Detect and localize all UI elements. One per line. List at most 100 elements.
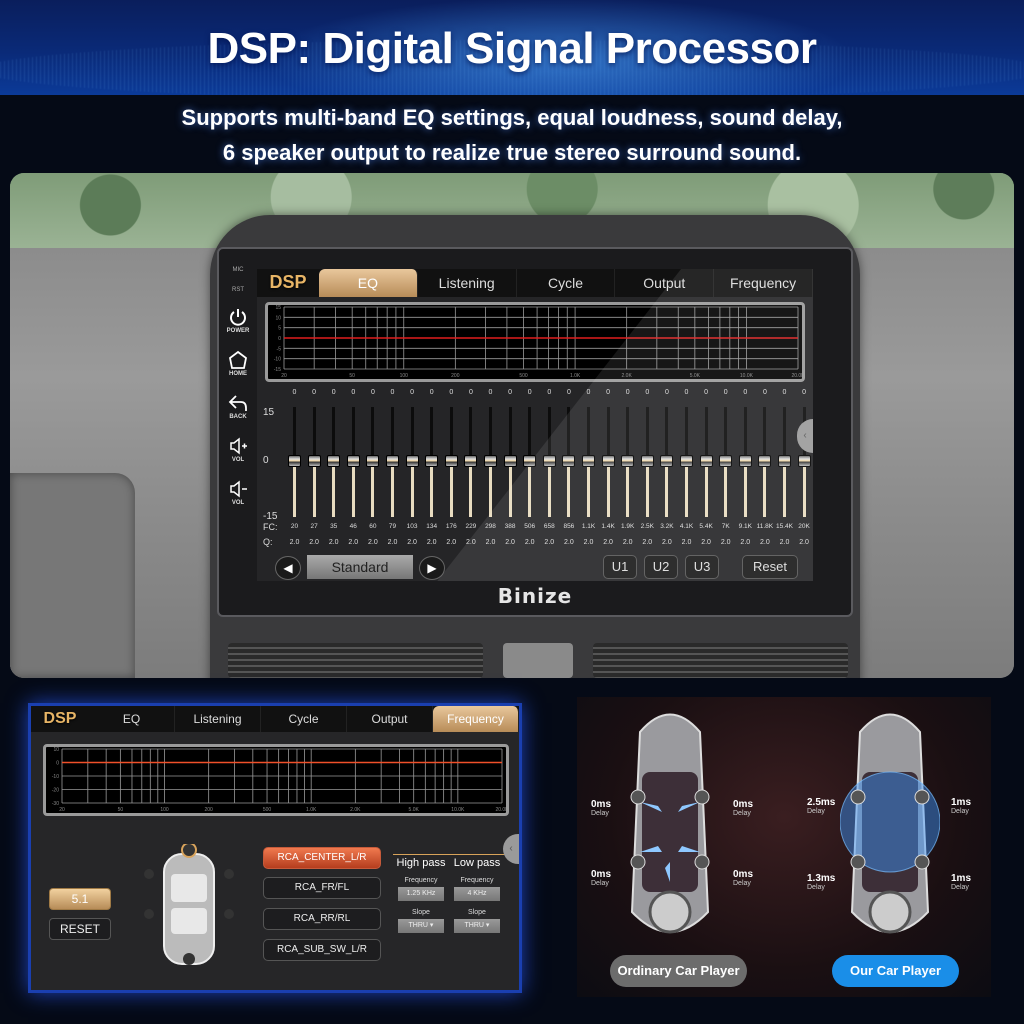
panel-tab-eq[interactable]: EQ	[89, 706, 175, 732]
band-slider-track[interactable]	[665, 407, 669, 455]
band-slider-track[interactable]	[371, 407, 375, 455]
user-preset-3-button[interactable]: U3	[685, 555, 719, 579]
high-pass-frequency-value[interactable]: 1.25 KHz	[398, 887, 444, 901]
band-slider-knob[interactable]	[778, 455, 791, 467]
band-slider-track[interactable]	[704, 407, 708, 455]
high-pass-slope-select[interactable]: THRU ▾	[398, 919, 444, 933]
power-key[interactable]: POWER	[227, 307, 249, 334]
band-slider-knob[interactable]	[680, 455, 693, 467]
band-slider-knob[interactable]	[542, 455, 556, 467]
next-preset-button[interactable]: ▶	[419, 556, 445, 580]
band-slider-track[interactable]	[312, 407, 316, 455]
volume-down-key[interactable]: VOL	[228, 479, 248, 506]
rst-label[interactable]: RST	[232, 287, 244, 293]
low-pass-frequency-value[interactable]: 4 KHz	[454, 887, 500, 901]
band-slider-track[interactable]	[332, 407, 336, 455]
band-slider-knob[interactable]	[660, 455, 674, 467]
band-slider-track[interactable]	[567, 407, 571, 455]
band-slider-track[interactable]	[293, 407, 296, 455]
channel-mode-button[interactable]: 5.1	[49, 888, 111, 910]
subwoofer-speaker[interactable]	[183, 953, 195, 965]
band-slider-track[interactable]	[391, 407, 394, 455]
band-slider-knob[interactable]	[562, 455, 576, 467]
home-key[interactable]: HOME	[228, 350, 248, 377]
band-slider-knob[interactable]	[386, 455, 399, 467]
panel-tab-output[interactable]: Output	[347, 706, 433, 732]
band-slider-knob[interactable]	[444, 455, 458, 467]
band-slider-knob[interactable]	[464, 455, 478, 467]
output-rca-center[interactable]: RCA_CENTER_L/R	[263, 847, 381, 869]
band-slider-track[interactable]	[645, 407, 649, 455]
band-slider-knob[interactable]	[484, 455, 497, 467]
tab-eq[interactable]: EQ	[319, 269, 418, 297]
band-slider-track[interactable]	[763, 407, 767, 455]
band-slider-knob[interactable]	[307, 455, 321, 467]
band-slider-track[interactable]	[783, 407, 786, 455]
band-slider-track[interactable]	[508, 407, 512, 455]
back-key[interactable]: BACK	[228, 393, 248, 420]
band-slider-track[interactable]	[528, 407, 532, 455]
band-slider-fill	[410, 467, 414, 517]
band-slider-knob[interactable]	[523, 455, 537, 467]
band-slider-knob[interactable]	[288, 455, 301, 467]
low-pass-slope-select[interactable]: THRU ▾	[454, 919, 500, 933]
band-slider-track[interactable]	[587, 407, 590, 455]
band-slider-track[interactable]	[430, 407, 434, 455]
tab-frequency[interactable]: Frequency	[714, 269, 813, 297]
band-slider-knob[interactable]	[738, 455, 752, 467]
band-gain-value: 0	[664, 389, 669, 396]
prev-preset-button[interactable]: ◀	[275, 556, 301, 580]
air-vent-right	[593, 643, 848, 678]
rear-left-speaker[interactable]	[144, 909, 154, 919]
tab-cycle[interactable]: Cycle	[517, 269, 616, 297]
panel-reset-button[interactable]: RESET	[49, 918, 111, 940]
band-slider-knob[interactable]	[601, 455, 615, 467]
band-slider-fill	[508, 467, 512, 517]
band-slider-track[interactable]	[685, 407, 688, 455]
x-tick-label: 10.0K	[451, 807, 465, 813]
band-slider-knob[interactable]	[621, 455, 635, 467]
tab-listening[interactable]: Listening	[418, 269, 517, 297]
panel-tab-frequency[interactable]: Frequency	[433, 706, 519, 732]
band-slider-knob[interactable]	[719, 455, 733, 467]
rear-right-speaker[interactable]	[224, 909, 234, 919]
volume-up-key[interactable]: VOL	[228, 436, 248, 463]
output-rca-front[interactable]: RCA_FR/FL	[263, 877, 381, 899]
band-slider-track[interactable]	[351, 407, 355, 455]
band-slider-knob[interactable]	[640, 455, 654, 467]
band-slider-track[interactable]	[449, 407, 453, 455]
reset-button[interactable]: Reset	[742, 555, 798, 579]
band-slider-track[interactable]	[743, 407, 747, 455]
output-rca-rear[interactable]: RCA_RR/RL	[263, 908, 381, 930]
panel-drawer-handle[interactable]: ‹	[503, 834, 519, 864]
x-tick-label: 1.0K	[306, 807, 317, 813]
output-rca-subwoofer[interactable]: RCA_SUB_SW_L/R	[263, 939, 381, 961]
panel-tab-cycle[interactable]: Cycle	[261, 706, 347, 732]
band-slider-knob[interactable]	[582, 455, 595, 467]
user-preset-2-button[interactable]: U2	[644, 555, 678, 579]
band-slider-knob[interactable]	[346, 455, 360, 467]
band-slider-knob[interactable]	[503, 455, 517, 467]
user-preset-1-button[interactable]: U1	[603, 555, 637, 579]
tab-output[interactable]: Output	[615, 269, 715, 297]
band-slider-track[interactable]	[724, 407, 728, 455]
band-slider-track[interactable]	[489, 407, 492, 455]
band-slider-track[interactable]	[469, 407, 473, 455]
band-slider-track[interactable]	[547, 407, 551, 455]
band-slider-track[interactable]	[606, 407, 610, 455]
band-slider-track[interactable]	[626, 407, 630, 455]
band-slider-knob[interactable]	[366, 455, 380, 467]
band-slider-track[interactable]	[410, 407, 414, 455]
center-speaker[interactable]	[181, 844, 197, 858]
band-slider-knob[interactable]	[699, 455, 713, 467]
band-slider-knob[interactable]	[327, 455, 341, 467]
band-slider-knob[interactable]	[758, 455, 772, 467]
front-left-speaker[interactable]	[144, 869, 154, 879]
band-slider-knob[interactable]	[425, 455, 439, 467]
band-slider-knob[interactable]	[797, 455, 811, 467]
q-row-label: Q:	[263, 537, 273, 547]
panel-tab-listening[interactable]: Listening	[175, 706, 261, 732]
x-tick-label: 200	[204, 807, 213, 813]
band-slider-knob[interactable]	[405, 455, 419, 467]
front-right-speaker[interactable]	[224, 869, 234, 879]
